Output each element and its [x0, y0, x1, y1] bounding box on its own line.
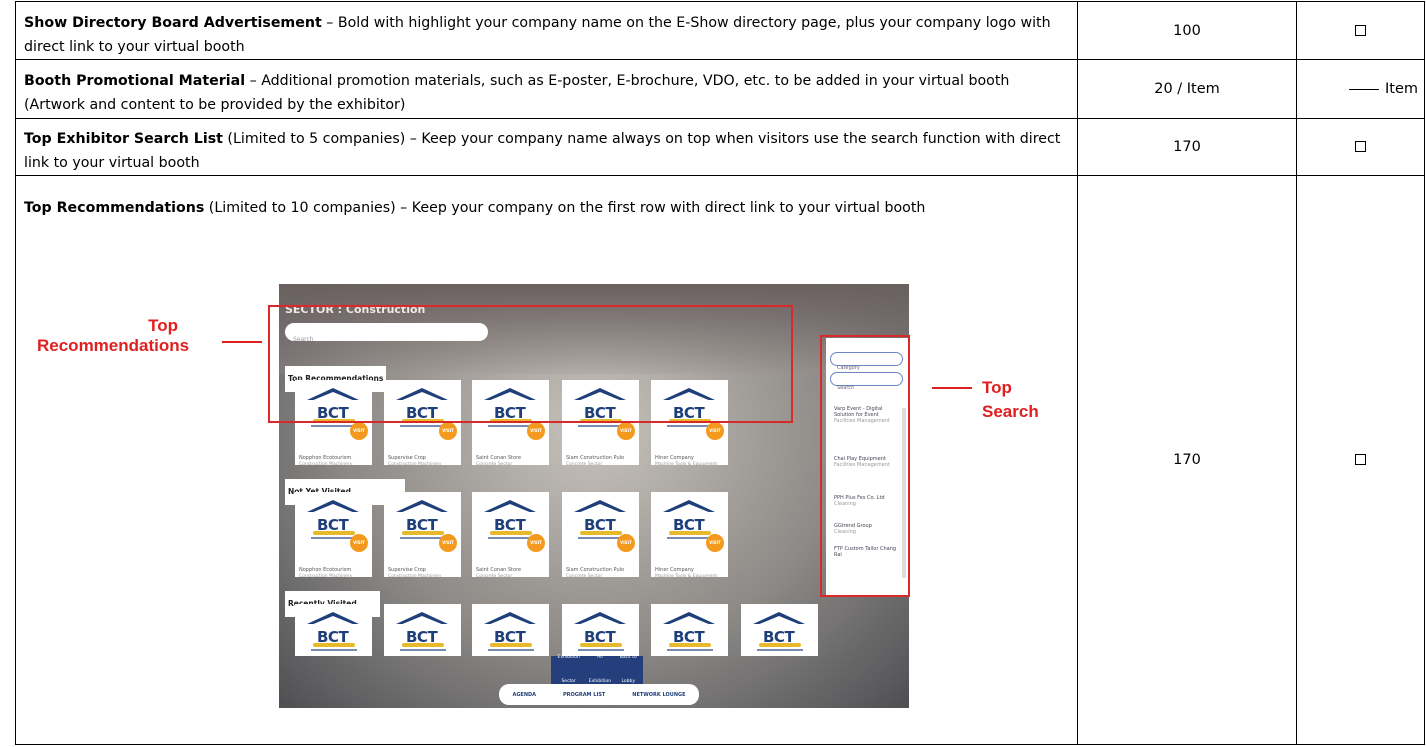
item-price: 20 / Item	[1077, 59, 1297, 119]
bct-logo: BCT	[482, 610, 539, 656]
company-card[interactable]: BCT VISIT Siam Construction Pulo Concrete S…	[562, 492, 639, 579]
item-quantity-field[interactable]	[1348, 89, 1379, 90]
company-card[interactable]: BCT	[741, 604, 818, 656]
item-title: Booth Promotional Material	[24, 73, 246, 89]
company-category: Construction Machinery	[299, 574, 353, 579]
item-price: 170	[1077, 175, 1297, 745]
bottom-menu: AGENDA PROGRAM LIST NETWORK LOUNGE	[499, 684, 699, 705]
table-row: Top Recommendations (Limited to 10 compa…	[15, 175, 1425, 745]
item-description: Top Exhibitor Search List (Limited to 5 …	[15, 118, 1078, 176]
callout-top-search: Top Search	[982, 378, 1039, 421]
company-category: Construction Machinery	[299, 462, 353, 467]
company-card[interactable]: BCT	[295, 604, 372, 656]
company-category: Concrete Sector	[476, 462, 513, 467]
item-unit-label: Item	[1384, 81, 1418, 97]
item-text: (Limited to 10 companies) – Keep your co…	[204, 200, 926, 216]
company-card[interactable]: BCT VISIT Saint Conan Store Concrete Sector	[472, 492, 549, 579]
company-category: Construction Machinery	[388, 462, 442, 467]
item-title: Top Recommendations	[24, 200, 205, 216]
company-card[interactable]: BCT	[472, 604, 549, 656]
company-category: Construction Machinery	[388, 574, 442, 579]
table-row: Booth Promotional Material – Additional …	[15, 59, 1425, 119]
visit-button[interactable]: VISIT	[617, 422, 635, 440]
item-price: 170	[1077, 118, 1297, 176]
select-checkbox[interactable]	[1355, 24, 1366, 36]
callout-line-1: Top	[148, 316, 178, 335]
visit-button[interactable]: VISIT	[439, 422, 457, 440]
company-category: Concrete Sector	[476, 574, 513, 579]
item-title: Show Directory Board Advertisement	[24, 14, 322, 31]
agenda-button[interactable]: AGENDA	[512, 683, 536, 707]
company-card[interactable]: BCT VISIT Supervise Crop Construction Machi…	[384, 492, 461, 579]
bct-logo: BCT	[305, 610, 362, 656]
visit-button[interactable]: VISIT	[439, 534, 457, 552]
bct-logo: BCT	[394, 610, 451, 656]
example-screenshot-area: Top Recommendations Top Search SECTOR : …	[24, 220, 1063, 732]
visit-button[interactable]: VISIT	[706, 422, 724, 440]
item-price: 100	[1077, 1, 1297, 60]
highlight-top-search	[820, 335, 910, 597]
bct-logo: BCT	[751, 610, 808, 656]
company-category: Concrete Sector	[566, 462, 603, 467]
item-title: Top Exhibitor Search List	[24, 131, 223, 147]
visit-button[interactable]: VISIT	[706, 534, 724, 552]
visit-button[interactable]: VISIT	[350, 422, 368, 440]
visit-button[interactable]: VISIT	[527, 422, 545, 440]
company-card[interactable]: BCT	[651, 604, 728, 656]
table-row: Show Directory Board Advertisement – Bol…	[15, 1, 1425, 60]
company-card[interactable]: BCT VISIT Hiner Company Machine Tools & Equ…	[651, 492, 728, 579]
visit-button[interactable]: VISIT	[527, 534, 545, 552]
callout-line-2: Recommendations	[37, 336, 190, 355]
company-category: Machine Tools & Equipment	[655, 462, 718, 467]
navigation-block: Exhibition Sector All Exhibition Back to…	[551, 655, 643, 684]
select-checkbox[interactable]	[1355, 141, 1366, 152]
network-lounge-button[interactable]: NETWORK LOUNGE	[632, 683, 685, 707]
highlight-top-recommendations	[268, 305, 793, 423]
table-row: Top Exhibitor Search List (Limited to 5 …	[15, 118, 1425, 176]
callout-top-recommendations: Top Recommendations	[37, 316, 189, 356]
callout-pointer-left	[222, 341, 262, 343]
select-checkbox[interactable]	[1355, 454, 1366, 465]
callout-pointer-right	[932, 387, 972, 389]
visit-button[interactable]: VISIT	[617, 534, 635, 552]
item-description: Booth Promotional Material – Additional …	[15, 59, 1078, 119]
visit-button[interactable]: VISIT	[350, 534, 368, 552]
item-description: Show Directory Board Advertisement – Bol…	[15, 1, 1078, 60]
company-category: Concrete Sector	[566, 574, 603, 579]
item-description: Top Recommendations (Limited to 10 compa…	[15, 175, 1078, 745]
company-card[interactable]: BCT VISIT Nopphon Ecotourism Construction M…	[295, 492, 372, 579]
pricing-table: Show Directory Board Advertisement – Bol…	[15, 1, 1425, 745]
company-card[interactable]: BCT	[384, 604, 461, 656]
program-list-button[interactable]: PROGRAM LIST	[563, 683, 605, 707]
bct-logo: BCT	[661, 610, 718, 656]
company-category: Machine Tools & Equipment	[655, 574, 718, 579]
